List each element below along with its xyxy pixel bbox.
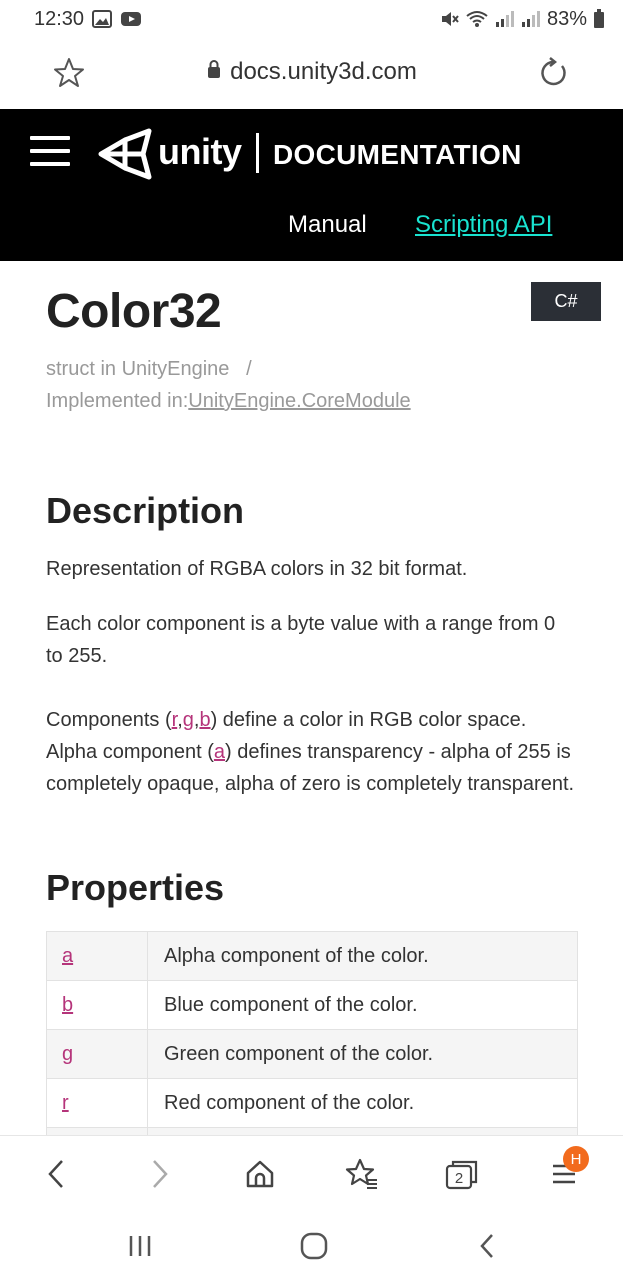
property-a-link[interactable]: a	[62, 945, 73, 967]
status-time: 12:30	[34, 7, 85, 30]
chevron-left-icon	[48, 1160, 63, 1188]
home-circle-icon	[300, 1232, 328, 1260]
chevron-right-icon	[153, 1160, 168, 1188]
url-field[interactable]: docs.unity3d.com	[0, 58, 623, 86]
table-row: a Alpha component of the color.	[46, 931, 578, 981]
recents-icon	[129, 1236, 151, 1256]
back-system-button[interactable]	[468, 1228, 508, 1264]
nav-scripting-api-link[interactable]: Scripting API	[415, 211, 552, 239]
property-name-cell: g	[46, 1029, 148, 1079]
description-paragraph-3: Components (r,g,b) define a color in RGB…	[46, 704, 576, 800]
tabs-button[interactable]: 2	[444, 1156, 480, 1192]
system-nav-bar	[0, 1210, 623, 1280]
reload-icon[interactable]	[536, 56, 570, 95]
description-paragraph-1: Representation of RGBA colors in 32 bit …	[46, 558, 468, 580]
property-desc-cell: Alpha component of the color.	[147, 931, 578, 981]
nav-manual-link[interactable]: Manual	[288, 211, 367, 239]
table-row: r Red component of the color.	[46, 1078, 578, 1128]
description-heading: Description	[46, 490, 245, 531]
property-name-cell: b	[46, 980, 148, 1030]
home-button[interactable]	[242, 1156, 278, 1192]
home-icon	[246, 1160, 274, 1188]
property-name-cell: r	[46, 1078, 148, 1128]
battery-percent: 83%	[546, 7, 587, 30]
component-b-link[interactable]: b	[199, 709, 210, 731]
recents-button[interactable]	[120, 1228, 160, 1264]
back-button[interactable]	[38, 1156, 74, 1192]
status-bar: 12:30 83%	[0, 0, 623, 38]
description-paragraph-2: Each color component is a byte value wit…	[46, 613, 556, 667]
component-a-link[interactable]: a	[214, 741, 225, 763]
property-r-link[interactable]: r	[62, 1092, 69, 1114]
meta-module-link[interactable]: UnityEngine.CoreModule	[188, 390, 410, 412]
tabs-count: 2	[455, 1170, 463, 1187]
table-row: g Green component of the color.	[46, 1029, 578, 1079]
property-name-cell: a	[46, 931, 148, 981]
brand-name: unity	[158, 131, 242, 172]
meta-implemented-label: Implemented in:	[46, 390, 189, 412]
signal-icon-2	[521, 10, 541, 28]
hamburger-menu-icon[interactable]	[30, 136, 70, 170]
browser-toolbar: 2	[0, 1135, 623, 1210]
property-b-link[interactable]: b	[62, 994, 73, 1016]
battery-icon	[593, 9, 605, 29]
component-g-link[interactable]: g	[183, 709, 194, 731]
brand-section: DOCUMENTATION	[273, 139, 522, 170]
signal-icon	[495, 10, 515, 28]
url-text: docs.unity3d.com	[230, 58, 417, 85]
mute-icon	[439, 9, 459, 29]
bookmarks-button[interactable]	[344, 1156, 380, 1192]
wifi-icon	[465, 9, 489, 29]
site-header: unity DOCUMENTATION Manual Scripting API	[0, 109, 623, 261]
tabs-icon: 2	[445, 1160, 478, 1190]
brand-divider	[256, 133, 259, 173]
property-desc-cell: Red component of the color.	[147, 1078, 578, 1128]
properties-heading: Properties	[46, 867, 225, 908]
property-desc-cell: Green component of the color.	[147, 1029, 578, 1079]
page-title: Color32	[46, 285, 222, 338]
meta-kind-text: struct in UnityEngine	[46, 358, 230, 380]
meta-kind: struct in UnityEngine /	[46, 358, 252, 381]
gallery-icon	[92, 10, 113, 28]
menu-badge: H	[563, 1146, 589, 1172]
meta-separator: /	[246, 358, 252, 380]
p3-text-before: Components (	[46, 709, 172, 731]
meta-implemented: Implemented in:UnityEngine.CoreModule	[46, 390, 411, 413]
youtube-icon	[120, 10, 142, 28]
home-system-button[interactable]	[294, 1228, 334, 1264]
property-desc-cell: Blue component of the color.	[147, 980, 578, 1030]
unity-logo-icon[interactable]	[96, 127, 154, 186]
language-selector[interactable]: C#	[531, 282, 601, 321]
lock-icon	[206, 58, 222, 86]
forward-button[interactable]	[142, 1156, 178, 1192]
back-chevron-icon	[480, 1234, 493, 1258]
property-g-link[interactable]: g	[62, 1043, 73, 1065]
table-row: b Blue component of the color.	[46, 980, 578, 1030]
bookmarks-star-icon	[345, 1158, 377, 1189]
address-bar: docs.unity3d.com	[0, 38, 623, 109]
